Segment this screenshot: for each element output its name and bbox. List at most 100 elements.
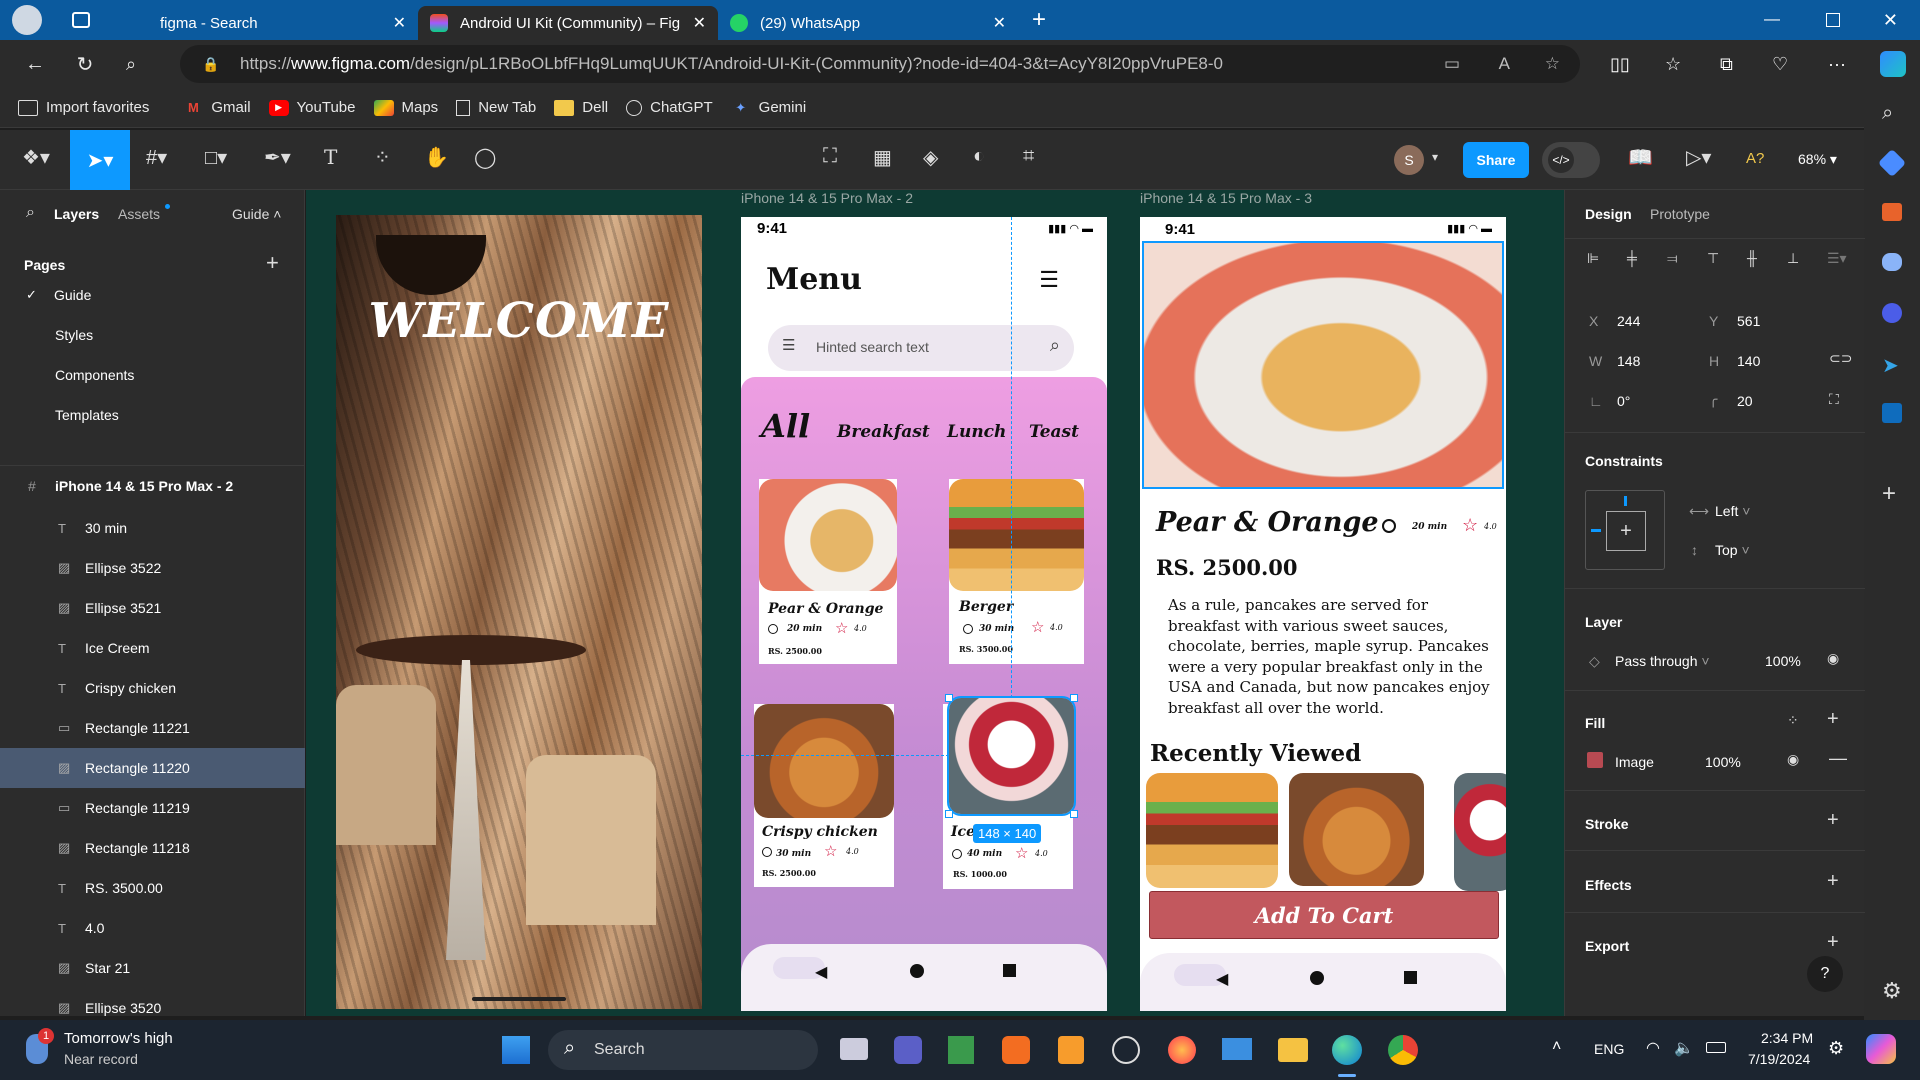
constraint-top[interactable] (1624, 496, 1627, 506)
mail-icon[interactable] (1222, 1038, 1252, 1060)
figma-menu-icon[interactable]: ❖▾ (22, 145, 50, 170)
back-icon[interactable]: ◀ (815, 962, 827, 982)
xampp-icon[interactable] (1002, 1036, 1030, 1064)
wifi-icon[interactable]: ◠ (1646, 1038, 1660, 1058)
search-icon[interactable]: ⌕ (1050, 335, 1060, 356)
profile-avatar[interactable] (12, 5, 42, 35)
new-tab-icon[interactable]: + (1032, 6, 1046, 34)
recent-burger[interactable] (1146, 773, 1278, 888)
present-icon[interactable]: ▷▾ (1686, 145, 1711, 170)
vertical-constraint-dropdown[interactable]: Top ˅ (1715, 542, 1750, 558)
pen-tool-icon[interactable]: ✒▾ (264, 145, 291, 170)
close-tab-icon[interactable]: ✕ (393, 13, 406, 33)
split-screen-icon[interactable]: ▯▯ (1610, 54, 1630, 75)
recent-chicken[interactable] (1289, 773, 1424, 886)
layer-opacity[interactable]: 100% (1765, 653, 1801, 669)
read-aloud-icon[interactable]: A (1499, 54, 1510, 74)
firefox-icon[interactable] (1168, 1036, 1196, 1064)
user-avatar[interactable]: S (1394, 145, 1424, 175)
independent-corners-icon[interactable]: ⛶ (1829, 391, 1839, 408)
fill-visibility-icon[interactable]: ◉ (1787, 751, 1799, 768)
w-input[interactable]: 148 (1617, 353, 1640, 369)
tab-whatsapp[interactable]: (29) WhatsApp ✕ (718, 6, 1018, 40)
resources-icon[interactable]: ⁘ (374, 145, 391, 170)
recent-icecream[interactable] (1454, 773, 1506, 891)
image-fill-swatch[interactable] (1587, 752, 1603, 768)
edge-icon[interactable] (1332, 1035, 1362, 1065)
resize-handle[interactable] (1070, 810, 1078, 818)
hamburger-icon[interactable]: ☰ (1039, 267, 1059, 293)
layer-item[interactable]: ▨ Rectangle 11218 (0, 828, 305, 868)
page-components[interactable]: Components (0, 355, 305, 395)
help-button[interactable]: ? (1807, 956, 1843, 992)
resize-handle[interactable] (945, 810, 953, 818)
search-icon[interactable]: ⌕ (111, 54, 151, 75)
ai-icon[interactable]: A? (1746, 150, 1764, 167)
layer-item[interactable]: T Crispy chicken (0, 668, 305, 708)
constrain-proportions-icon[interactable]: ⊂⊃ (1829, 350, 1852, 367)
favorite-dell[interactable]: Dell (554, 99, 608, 116)
move-tool[interactable]: ➤▾ (70, 130, 130, 190)
fill-opacity[interactable]: 100% (1705, 754, 1741, 770)
contrast-icon[interactable]: ◐ (973, 145, 985, 168)
frame-menu[interactable]: 9:41 ▮▮▮ ◠ ▬ Menu ☰ ☰ Hinted search text… (741, 217, 1107, 1011)
search-icon[interactable]: ⌕ (26, 204, 35, 222)
crop-icon[interactable]: ⌗ (1023, 145, 1034, 168)
align-right-icon[interactable]: ⫤ (1667, 250, 1678, 267)
refresh-icon[interactable]: ↻ (65, 52, 105, 77)
collections-icon[interactable]: ⧉ (1720, 54, 1733, 75)
home-icon[interactable] (910, 964, 924, 978)
language-indicator[interactable]: ENG (1594, 1041, 1624, 1057)
layer-item[interactable]: T RS. 3500.00 (0, 868, 305, 908)
visibility-icon[interactable]: ◉ (1827, 650, 1839, 667)
distribute-icon[interactable]: ☰▾ (1827, 250, 1847, 267)
tab-assets[interactable]: Assets (118, 206, 160, 222)
favorite-gmail[interactable]: M Gmail (183, 99, 251, 116)
copilot-icon[interactable] (1880, 51, 1906, 77)
resize-handle[interactable] (945, 694, 953, 702)
dev-mode-toggle[interactable]: </> (1542, 142, 1600, 178)
tab-android-ui-kit[interactable]: Android UI Kit (Community) – Fig ✕ (418, 6, 718, 40)
styles-icon[interactable]: ⁘ (1787, 712, 1799, 729)
add-sidebar-icon[interactable]: + (1882, 480, 1896, 508)
food-card[interactable]: Crispy chicken 30 min ☆ 4.0 RS. 2500.00 (754, 704, 894, 887)
food-card[interactable]: Berger 30 min ☆ 4.0 RS. 3500.00 (949, 479, 1084, 664)
favorite-import[interactable]: Import favorites (18, 99, 149, 116)
recents-icon[interactable] (1003, 964, 1016, 977)
share-button[interactable]: Share (1463, 142, 1529, 178)
add-fill-icon[interactable]: + (1827, 708, 1839, 731)
align-center-h-icon[interactable]: ╪ (1627, 250, 1637, 266)
page-guide[interactable]: ✓ Guide (0, 275, 305, 315)
settings-icon[interactable]: ⚙ (1882, 978, 1902, 1004)
favorite-star-icon[interactable]: ☆ (1545, 54, 1560, 74)
x-input[interactable]: 244 (1617, 313, 1640, 329)
constraints-widget[interactable]: + (1585, 490, 1665, 570)
add-to-cart-button[interactable]: Add To Cart (1149, 891, 1499, 939)
component-icon[interactable]: ◈ (923, 145, 938, 170)
close-tab-icon[interactable]: ✕ (993, 13, 1006, 33)
tab-layers[interactable]: Layers (54, 206, 99, 222)
tab-actions-icon[interactable] (72, 12, 90, 28)
favorite-chatgpt[interactable]: ChatGPT (626, 99, 713, 116)
rotation-input[interactable]: 0° (1617, 393, 1630, 409)
category-breakfast[interactable]: Breakfast (837, 422, 930, 442)
layer-item[interactable]: ▭ Rectangle 11221 (0, 708, 305, 748)
reader-icon[interactable]: ▭ (1444, 54, 1460, 74)
radius-input[interactable]: 20 (1737, 393, 1753, 409)
search-bar[interactable]: ☰ Hinted search text ⌕ (768, 325, 1074, 371)
telegram-icon[interactable]: ➤ (1882, 353, 1899, 378)
frame-label[interactable]: iPhone 14 & 15 Pro Max - 2 (741, 190, 913, 206)
shape-tool-icon[interactable]: □▾ (205, 145, 227, 170)
layer-item[interactable]: T 4.0 (0, 908, 305, 948)
favorite-maps[interactable]: Maps (373, 99, 438, 116)
volume-icon[interactable]: 🔈 (1674, 1038, 1694, 1058)
layer-item[interactable]: ▨ Star 21 (0, 948, 305, 988)
copilot-app-icon[interactable] (1882, 303, 1902, 323)
notification-bell-icon[interactable]: ⚙ (1828, 1038, 1844, 1059)
h-input[interactable]: 140 (1737, 353, 1760, 369)
frame-selection-icon[interactable]: ⛶ (823, 145, 837, 168)
weather-title[interactable]: Tomorrow's high (64, 1030, 173, 1047)
home-icon[interactable] (1310, 971, 1324, 985)
favorites-icon[interactable]: ☆ (1665, 54, 1681, 75)
close-tab-icon[interactable]: ✕ (693, 13, 706, 33)
